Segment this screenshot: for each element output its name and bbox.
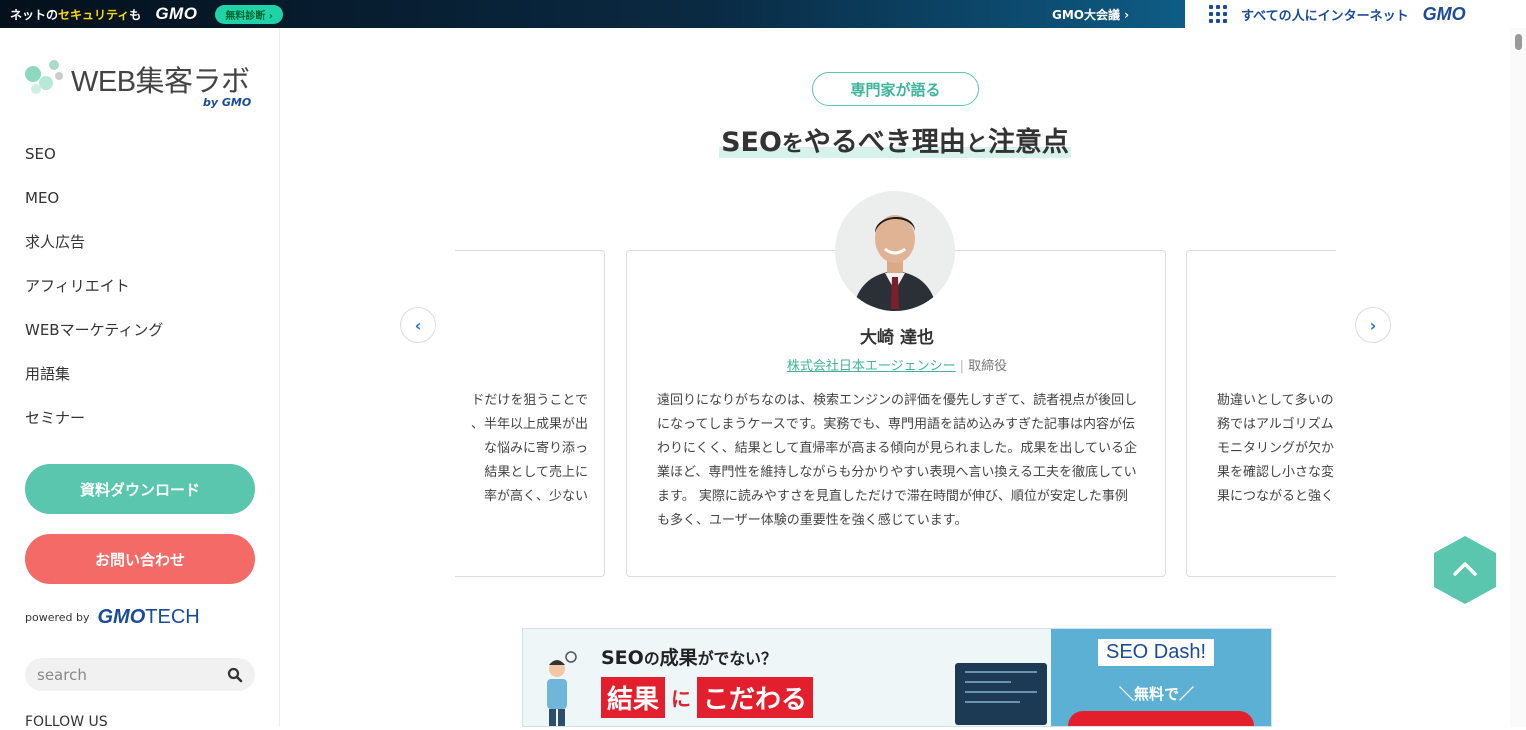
free-label: ＼無料で／ — [1119, 685, 1195, 703]
logo-dots-icon — [25, 60, 69, 96]
promo-highlight: セキュリティ — [58, 7, 130, 22]
separator: | — [959, 359, 965, 374]
logo-by-gmo: by GMO — [203, 96, 252, 109]
banner-tagline: 結果にこだわる — [601, 677, 814, 718]
sidebar-item-seo[interactable]: SEO — [25, 142, 163, 186]
sidebar-item-affiliate[interactable]: アフィリエイト — [25, 274, 163, 318]
expert-quote: 遠回りになりがちなのは、検索エンジンの評価を優先しすぎて、読者視点が後回しになっ… — [657, 393, 1138, 528]
next-card-quote: 勘違いとして多いの 務ではアルゴリズム モニタリングが欠か 果を確認し小さな変 … — [1217, 393, 1335, 504]
follow-us-label: FOLLOW US — [25, 714, 108, 730]
sidebar-item-job-ads[interactable]: 求人広告 — [25, 230, 163, 274]
sidebar-item-seminar[interactable]: セミナー — [25, 406, 163, 450]
security-promo-bar[interactable]: ネットの セキュリティも GMO 無料診断 › — [0, 0, 1185, 28]
expert-card-next[interactable]: 勘違いとして多いの 務ではアルゴリズム モニタリングが欠か 果を確認し小さな変 … — [1186, 250, 1336, 577]
contact-button[interactable]: お問い合わせ — [25, 534, 255, 584]
gmo-group-bar[interactable]: すべての人にインターネット GMO — [1185, 0, 1526, 28]
promo-suffix: も — [129, 7, 142, 22]
promo-prefix: ネットの — [10, 7, 59, 22]
monitor-illustration — [955, 663, 1047, 725]
expert-name: 大崎 達也 — [860, 328, 934, 348]
search-placeholder: search — [37, 665, 87, 684]
section-heading: SEOをやるべき理由と注意点 — [719, 127, 1071, 158]
gmo-slogan[interactable]: すべての人にインターネット — [1241, 5, 1409, 24]
logo-text: WEB集客ラボ — [71, 66, 250, 98]
seo-dash-logo: SEO Dash! — [1098, 639, 1215, 666]
sidebar-item-web-marketing[interactable]: WEBマーケティング — [25, 318, 163, 362]
sidebar-item-glossary[interactable]: 用語集 — [25, 362, 163, 406]
gmo-group-logo[interactable]: GMO — [1423, 4, 1466, 25]
powered-by: powered by GMOTECH — [25, 606, 200, 629]
free-diagnosis-button[interactable]: 無料診断 › — [215, 4, 284, 24]
search-input[interactable]: search — [25, 658, 255, 691]
company-link[interactable]: 株式会社日本エージェンシー — [787, 359, 956, 374]
seo-dash-banner[interactable]: SEOの成果がでない？ 結果にこだわる SEO Dash! ＼無料で／ — [522, 628, 1272, 727]
sidebar-item-meo[interactable]: MEO — [25, 186, 163, 230]
carousel-prev-button[interactable]: ‹ — [400, 307, 436, 343]
gmo-top-bar: ネットの セキュリティも GMO 無料診断 › GMO大会議 › すべての人にイン… — [0, 0, 1526, 28]
expert-avatar — [835, 191, 955, 311]
scrollbar-thumb[interactable] — [1515, 34, 1522, 50]
download-materials-button[interactable]: 資料ダウンロード — [25, 464, 255, 514]
expert-affiliation: 株式会社日本エージェンシー | 取締役 — [627, 355, 1167, 374]
main-content: 専門家が語る SEOをやるべき理由と注意点 ドだけを狙うことで 、半年以上成果が… — [280, 28, 1510, 727]
thinking-person-illustration — [537, 651, 577, 726]
chevron-left-icon: ‹ — [414, 315, 422, 335]
section-tag: 専門家が語る — [812, 72, 979, 106]
banner-headline: SEOの成果がでない？ — [601, 647, 777, 669]
sidebar: WEB集客ラボ by GMO SEO MEO 求人広告 アフィリエイト WEBマ… — [0, 28, 280, 730]
chevron-right-icon: › — [1369, 315, 1377, 335]
banner-cta-button[interactable] — [1068, 711, 1254, 726]
gmo-tech-logo[interactable]: GMOTECH — [98, 606, 200, 629]
sidebar-nav: SEO MEO 求人広告 アフィリエイト WEBマーケティング 用語集 セミナー — [25, 142, 163, 450]
powered-by-label: powered by — [25, 611, 90, 624]
prev-card-quote: ドだけを狙うことで 、半年以上成果が出 な悩みに寄り添っ 結果として売上に 率が… — [470, 393, 588, 504]
site-logo[interactable]: WEB集客ラボ by GMO — [25, 58, 265, 138]
search-icon[interactable] — [227, 667, 243, 683]
gmo-summit-link[interactable]: GMO大会議 › — [1052, 6, 1129, 23]
grid-menu-icon[interactable] — [1209, 5, 1227, 23]
expert-role: 取締役 — [968, 359, 1008, 374]
gmo-logo: GMO — [155, 4, 198, 23]
page-scrollbar[interactable] — [1510, 28, 1526, 727]
carousel-next-button[interactable]: › — [1355, 307, 1391, 343]
expert-card-prev[interactable]: ドだけを狙うことで 、半年以上成果が出 な悩みに寄り添っ 結果として売上に 率が… — [455, 250, 605, 577]
